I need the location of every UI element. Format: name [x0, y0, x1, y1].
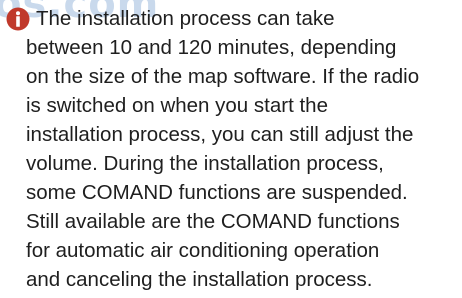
note-line: on the size of the map software. If the …	[26, 65, 420, 88]
note-line: installation process, you can still adju…	[26, 123, 414, 146]
info-note-text: The installation process can take betwee…	[6, 4, 462, 294]
info-note: The installation process can take betwee…	[6, 4, 462, 294]
note-line: and canceling the installation process.	[26, 268, 373, 291]
note-line: is switched on when you start the	[26, 94, 328, 117]
note-line: Still available are the COMAND functions	[26, 210, 400, 233]
info-icon	[6, 7, 30, 31]
note-line: for automatic air conditioning operation	[26, 239, 380, 262]
document-page: os.com The installation process can take…	[0, 0, 462, 298]
note-line: The installation process can take	[36, 7, 335, 30]
note-line: some COMAND functions are suspended.	[26, 181, 408, 204]
note-line: between 10 and 120 minutes, depending	[26, 36, 397, 59]
note-line: volume. During the installation process,	[26, 152, 384, 175]
